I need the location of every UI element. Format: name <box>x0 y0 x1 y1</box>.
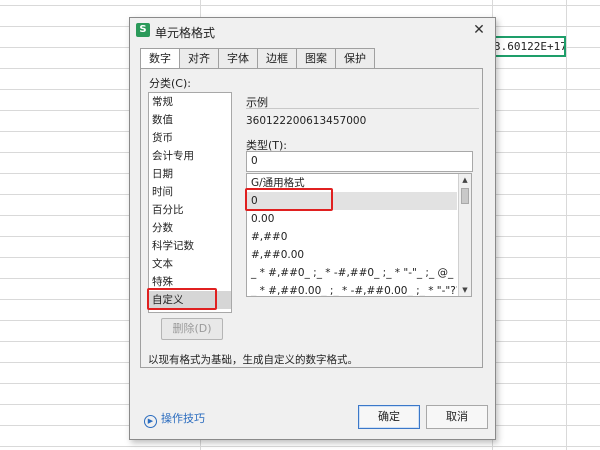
delete-button[interactable]: 删除(D) <box>161 318 223 340</box>
category-item[interactable]: 会计专用 <box>149 147 231 165</box>
tab-bar: 数字 对齐 字体 边框 图案 保护 <box>140 48 375 70</box>
category-item[interactable]: 常规 <box>149 93 231 111</box>
tips-label: 操作技巧 <box>161 412 205 425</box>
dialog-titlebar: S 单元格格式 ✕ <box>130 18 495 44</box>
selected-cell[interactable]: 3.60122E+17 <box>492 36 566 57</box>
category-item[interactable]: 日期 <box>149 165 231 183</box>
highlight-box-format <box>245 188 333 211</box>
tab-alignment[interactable]: 对齐 <box>179 48 219 69</box>
type-input[interactable]: 0 <box>246 151 473 172</box>
category-item[interactable]: 文本 <box>149 255 231 273</box>
ok-button[interactable]: 确定 <box>358 405 420 429</box>
column-divider <box>566 0 567 450</box>
category-item[interactable]: 百分比 <box>149 201 231 219</box>
tab-pattern[interactable]: 图案 <box>296 48 336 69</box>
tab-number[interactable]: 数字 <box>140 48 180 70</box>
triangle-up-icon[interactable]: ▲ <box>459 174 471 186</box>
category-item[interactable]: 货币 <box>149 129 231 147</box>
cancel-button[interactable]: 取消 <box>426 405 488 429</box>
dialog-title: 单元格格式 <box>155 26 216 40</box>
play-circle-icon: ▶ <box>144 415 157 428</box>
scrollbar-thumb[interactable] <box>461 188 469 204</box>
category-item[interactable]: 科学记数 <box>149 237 231 255</box>
triangle-down-icon[interactable]: ▼ <box>459 284 471 296</box>
highlight-box-category <box>147 288 217 310</box>
tab-border[interactable]: 边框 <box>257 48 297 69</box>
category-list[interactable]: 常规 数值 货币 会计专用 日期 时间 百分比 分数 科学记数 文本 特殊 自定… <box>148 92 232 313</box>
format-item[interactable]: #,##0.00 <box>247 246 457 264</box>
description-text: 以现有格式为基础，生成自定义的数字格式。 <box>148 354 358 366</box>
format-item[interactable]: _ * #,##0.00_ ;_ * -#,##0.00_ ;_ * "-"??… <box>247 282 457 296</box>
close-icon[interactable]: ✕ <box>472 23 486 37</box>
format-item[interactable]: #,##0 <box>247 228 457 246</box>
format-item[interactable]: 0.00 <box>247 210 457 228</box>
category-item[interactable]: 分数 <box>149 219 231 237</box>
tips-link[interactable]: ▶ 操作技巧 <box>144 410 205 428</box>
format-list-scrollbar[interactable]: ▲ ▼ <box>458 174 471 296</box>
sample-value: 360122200613457000 <box>246 115 367 127</box>
wps-s-icon: S <box>136 23 150 37</box>
format-cells-dialog: S 单元格格式 ✕ 数字 对齐 字体 边框 图案 保护 分类(C): 常规 数值… <box>129 17 496 440</box>
tab-font[interactable]: 字体 <box>218 48 258 69</box>
category-item[interactable]: 数值 <box>149 111 231 129</box>
category-label: 分类(C): <box>149 77 191 90</box>
tab-protection[interactable]: 保护 <box>335 48 375 69</box>
format-item[interactable]: _ * #,##0_ ;_ * -#,##0_ ;_ * "-"_ ;_ @_ <box>247 264 457 282</box>
category-item[interactable]: 时间 <box>149 183 231 201</box>
